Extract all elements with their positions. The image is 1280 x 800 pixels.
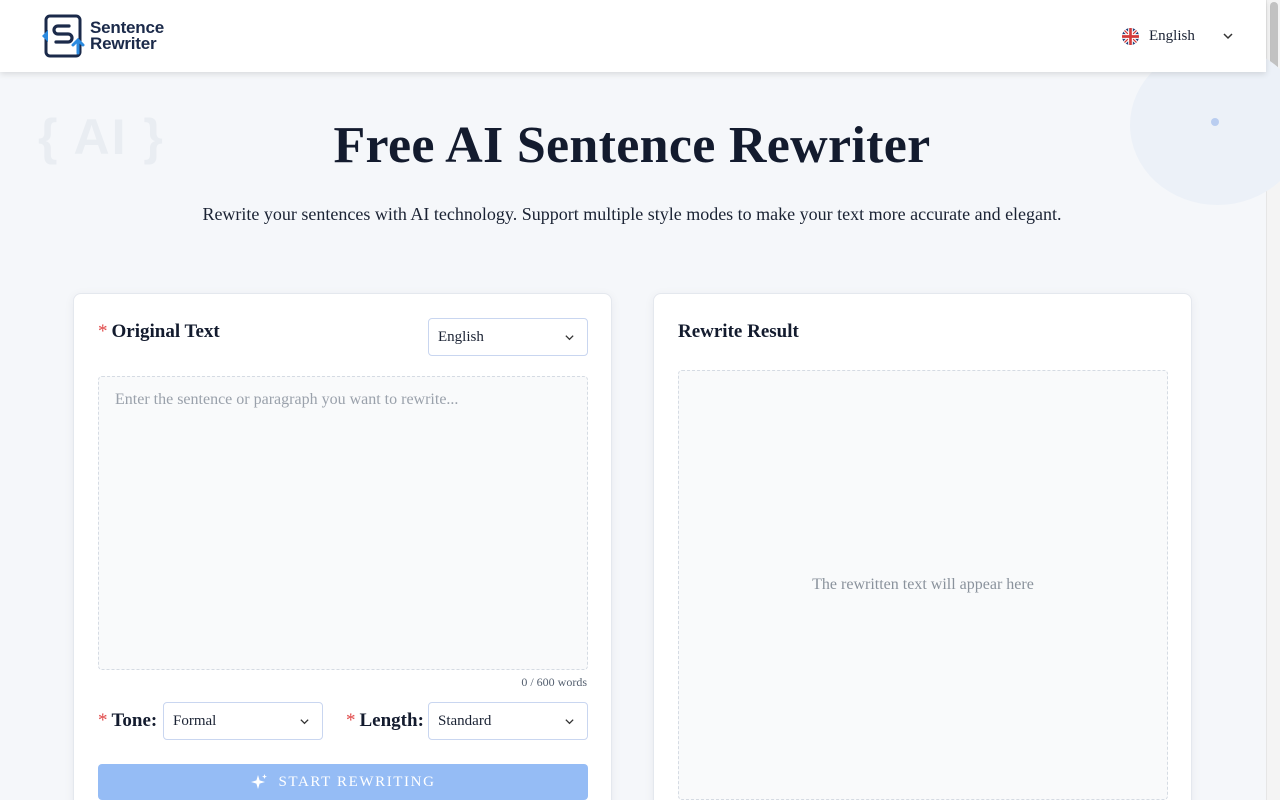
rewrite-result-output[interactable]: The rewritten text will appear here bbox=[678, 370, 1168, 800]
tone-select[interactable]: Formal bbox=[163, 702, 323, 740]
original-text-placeholder: Enter the sentence or paragraph you want… bbox=[115, 391, 459, 408]
site-logo[interactable]: Sentence Rewriter bbox=[40, 13, 164, 59]
start-rewriting-label: Start Rewriting bbox=[278, 773, 436, 790]
tone-label-text: Tone: bbox=[111, 710, 158, 731]
required-mark: * bbox=[346, 710, 356, 731]
rewrite-result-panel: Rewrite Result The rewritten text will a… bbox=[653, 293, 1192, 800]
chevron-down-icon bbox=[1223, 33, 1233, 40]
rewrite-result-title: Rewrite Result bbox=[678, 321, 799, 342]
original-text-title: Original Text bbox=[111, 321, 220, 342]
original-text-input[interactable]: Enter the sentence or paragraph you want… bbox=[98, 376, 588, 670]
logo-text: Sentence Rewriter bbox=[90, 19, 164, 53]
page-subtitle: Rewrite your sentences with AI technolog… bbox=[202, 204, 1062, 224]
site-language-label: English bbox=[1149, 27, 1195, 44]
original-text-panel: * Original Text English Enter the sentenc… bbox=[73, 293, 612, 800]
length-label: * Length: bbox=[346, 710, 424, 732]
top-navbar: Sentence Rewriter English bbox=[0, 0, 1266, 72]
chevron-down-icon bbox=[300, 719, 309, 725]
required-mark: * bbox=[98, 710, 108, 731]
logo-icon bbox=[42, 14, 85, 58]
sparkles-icon bbox=[251, 774, 268, 789]
tone-value: Formal bbox=[173, 713, 217, 729]
length-value: Standard bbox=[438, 713, 492, 729]
uk-flag-icon bbox=[1122, 27, 1139, 45]
start-rewriting-button[interactable]: Start Rewriting bbox=[98, 764, 588, 800]
length-label-text: Length: bbox=[359, 710, 424, 731]
page-title: Free AI Sentence Rewriter bbox=[333, 117, 931, 174]
site-language-selector[interactable]: English bbox=[1122, 26, 1238, 46]
logo-line-2: Rewriter bbox=[90, 34, 157, 53]
source-language-value: English bbox=[438, 329, 484, 345]
tone-label: * Tone: bbox=[98, 710, 157, 732]
chevron-down-icon bbox=[565, 719, 574, 725]
word-count: 0 / 600 words bbox=[521, 675, 587, 689]
required-mark: * bbox=[98, 321, 108, 342]
chevron-down-icon bbox=[565, 335, 574, 341]
source-language-select[interactable]: English bbox=[428, 318, 588, 356]
rewrite-result-placeholder: The rewritten text will appear here bbox=[812, 576, 1034, 593]
original-text-heading: * Original Text bbox=[98, 321, 220, 343]
length-select[interactable]: Standard bbox=[428, 702, 588, 740]
